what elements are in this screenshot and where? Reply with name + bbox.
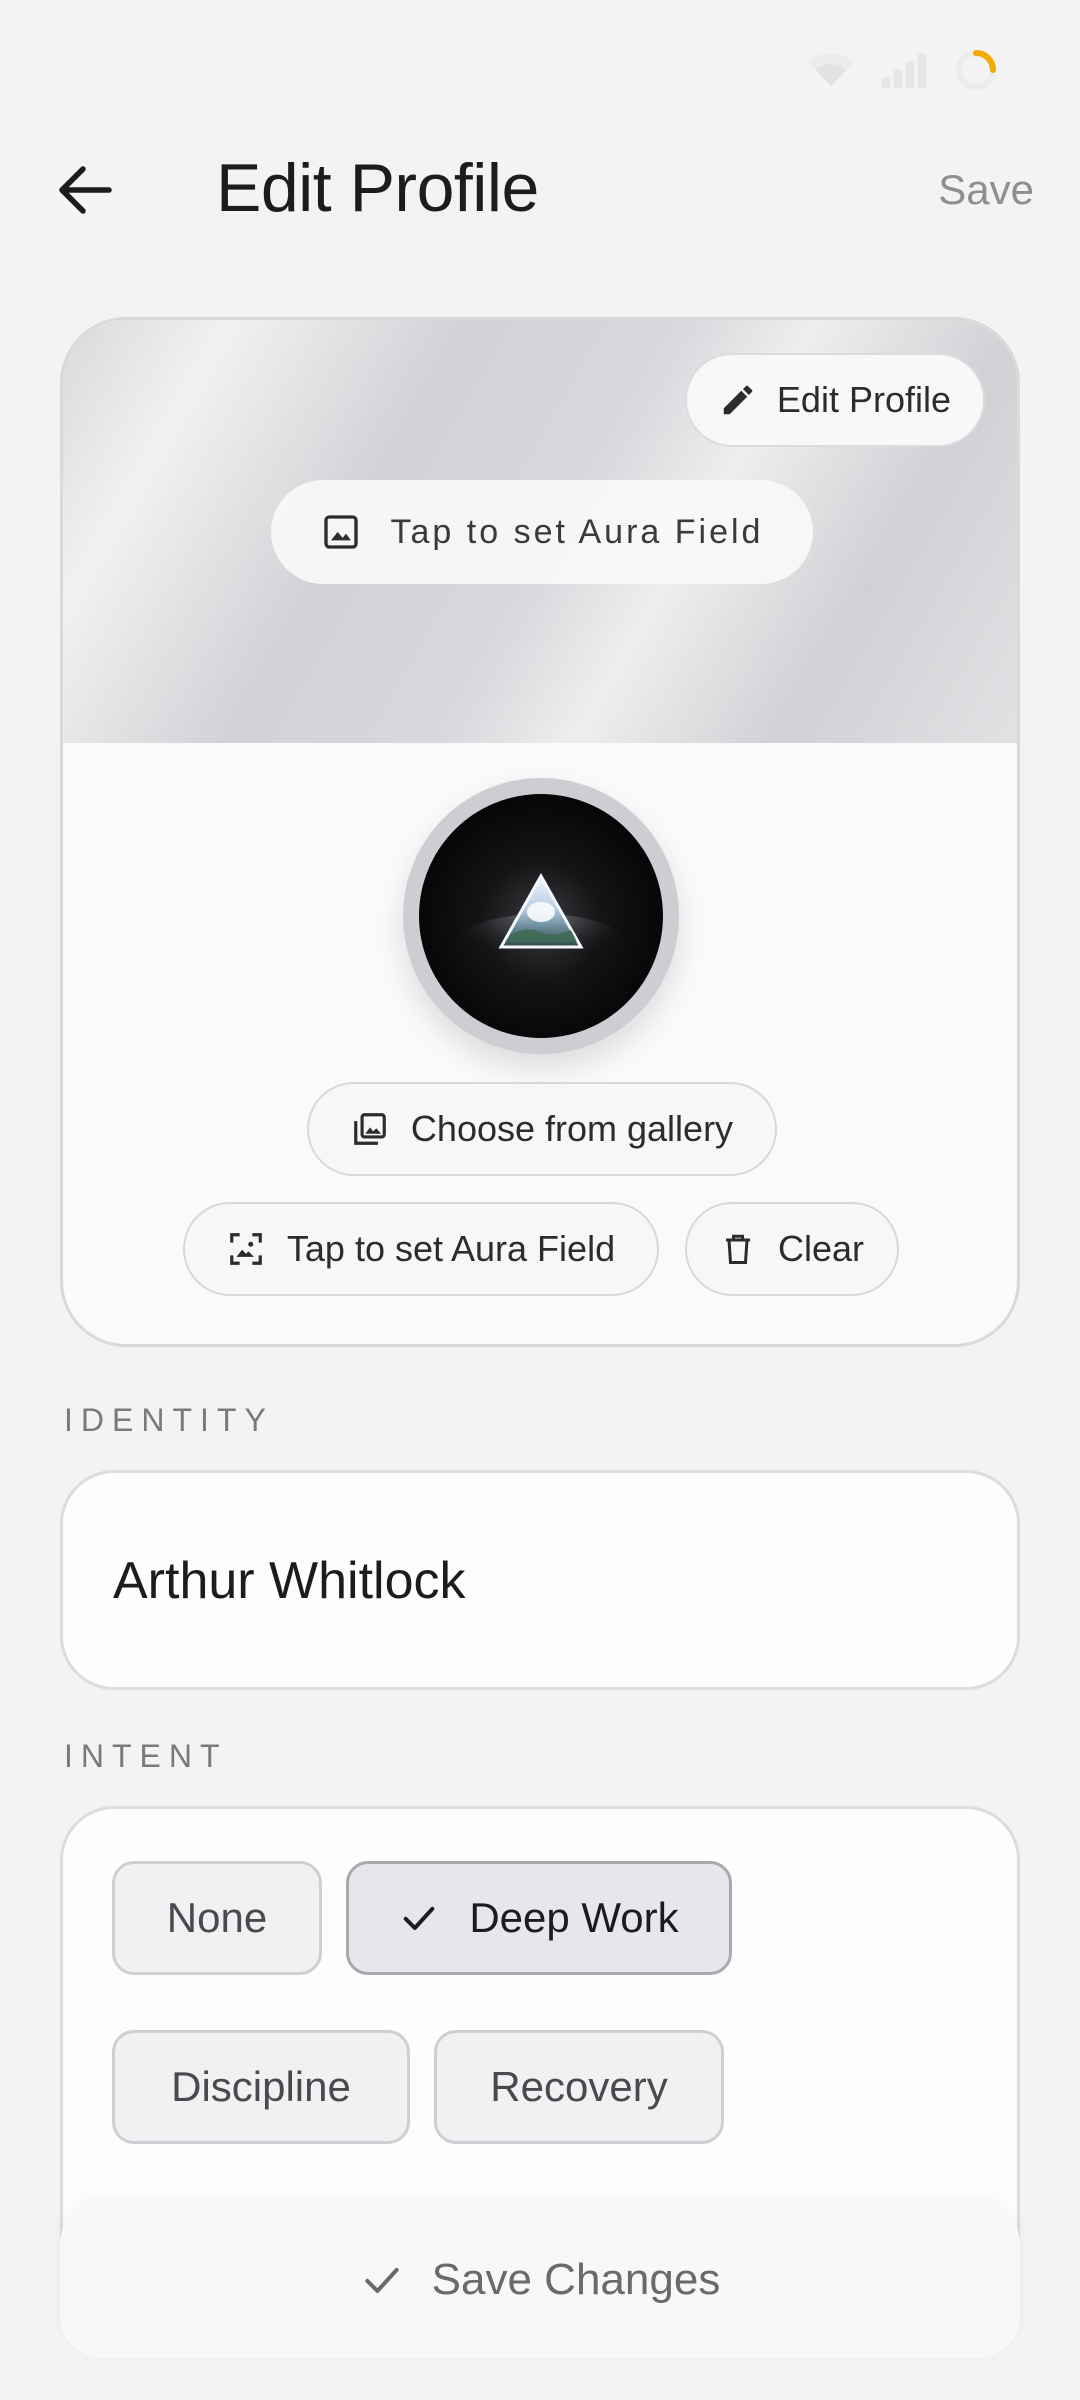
set-aura-field-label: Tap to set Aura Field xyxy=(286,1228,616,1269)
intent-chip-label: Discipline xyxy=(171,2063,351,2110)
loading-spinner-icon xyxy=(956,50,996,90)
intent-chip-label: Deep Work xyxy=(469,1894,679,1941)
save-changes-button[interactable]: Save Changes xyxy=(60,2202,1020,2358)
status-bar xyxy=(804,40,1000,100)
image-icon xyxy=(323,515,358,549)
gallery-icon xyxy=(354,1113,386,1145)
choose-from-gallery-label: Choose from gallery xyxy=(410,1108,734,1149)
clear-label: Clear xyxy=(777,1228,865,1269)
choose-from-gallery-button[interactable]: Choose from gallery xyxy=(307,1082,777,1176)
signal-icon xyxy=(882,54,926,88)
set-aura-field-banner-label: Tap to set Aura Field xyxy=(390,512,764,551)
intent-section-label: INTENT xyxy=(64,1738,228,1774)
intent-chip-none[interactable]: None xyxy=(112,1861,322,1975)
identity-section-label: IDENTITY xyxy=(64,1402,274,1438)
aura-field-banner[interactable]: Edit Profile Tap to set Aura Field xyxy=(63,320,1017,743)
identity-card xyxy=(60,1470,1020,1690)
trash-icon xyxy=(725,1234,750,1264)
avatar[interactable] xyxy=(403,778,679,1054)
save-changes-label: Save Changes xyxy=(431,2255,721,2304)
clear-button[interactable]: Clear xyxy=(685,1202,899,1296)
intent-chip-deep-work[interactable]: Deep Work xyxy=(346,1861,732,1975)
intent-chip-recovery[interactable]: Recovery xyxy=(434,2030,724,2144)
avatar-triangle-image xyxy=(419,794,663,1038)
edit-profile-label: Edit Profile xyxy=(776,379,951,420)
back-button[interactable] xyxy=(40,150,130,230)
intent-chip-label: Recovery xyxy=(490,2063,668,2110)
aura-field-icon xyxy=(230,1233,262,1265)
edit-profile-button[interactable]: Edit Profile xyxy=(684,353,985,447)
app-bar: Edit Profile Save xyxy=(0,140,1080,240)
intent-chip-label: None xyxy=(166,1894,268,1941)
avatar-image xyxy=(419,794,663,1038)
set-aura-field-banner-button[interactable]: Tap to set Aura Field xyxy=(271,480,813,584)
pencil-icon xyxy=(723,385,753,415)
arrow-back-icon xyxy=(59,166,112,214)
wifi-icon xyxy=(808,53,854,86)
intent-chip-discipline[interactable]: Discipline xyxy=(112,2030,410,2144)
save-button[interactable]: Save xyxy=(938,162,1034,218)
name-field[interactable] xyxy=(113,1551,953,1611)
page-title: Edit Profile xyxy=(216,150,539,226)
set-aura-field-button[interactable]: Tap to set Aura Field xyxy=(183,1202,659,1296)
check-icon xyxy=(364,2267,399,2294)
check-icon xyxy=(404,1906,435,1930)
profile-card: Edit Profile Tap to set Aura Field Choos… xyxy=(60,317,1020,1347)
intent-card: None Deep Work Discipline Recovery xyxy=(60,1806,1020,2246)
